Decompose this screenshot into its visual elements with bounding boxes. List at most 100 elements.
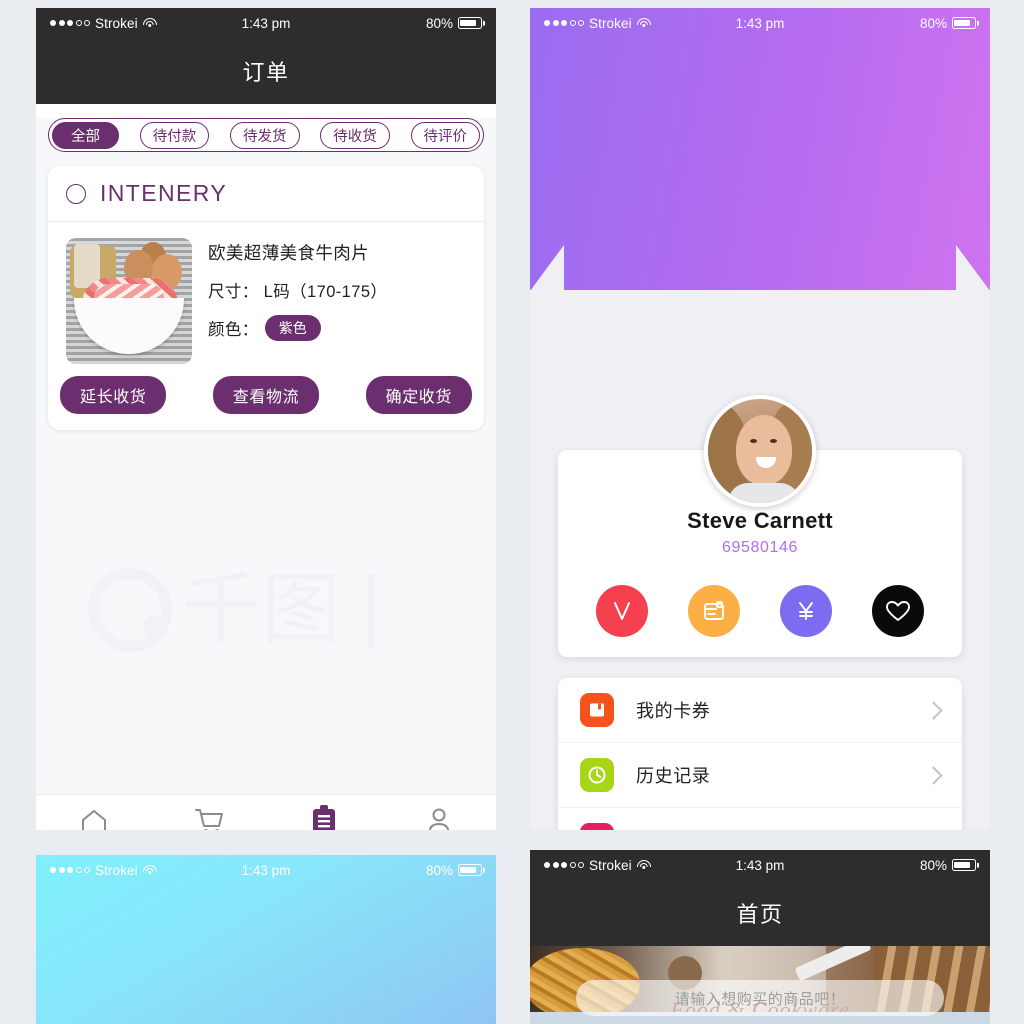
product-info: 欧美超薄美食牛肉片 尺寸： L码（170-175） 颜色： 紫色 <box>208 238 466 364</box>
card-coupon-icon <box>580 693 614 727</box>
cart-icon <box>193 805 225 830</box>
battery-percent-label: 80% <box>425 862 453 878</box>
status-bar-right: 80% <box>920 16 976 31</box>
order-navbar: 订单 <box>36 38 496 104</box>
status-bar-left: Strokei <box>50 16 157 31</box>
battery-percent-label: 80% <box>919 857 947 873</box>
profile-menu-card: 我的卡券 历史记录 关注店铺 <box>558 678 962 830</box>
battery-icon <box>952 17 976 29</box>
watermark-logo-text: 千图 <box>182 565 343 655</box>
clock-history-icon <box>580 758 614 792</box>
home-icon <box>79 805 109 830</box>
order-card: INTENERY 欧美超薄美食牛肉片 尺寸： L码（170-175） 颜色： 紫… <box>48 166 484 430</box>
watermark-ring-icon <box>88 568 172 652</box>
battery-icon <box>458 17 482 29</box>
tabbar-item-mine[interactable]: 我的 <box>381 795 496 830</box>
product-color-label: 颜色： <box>208 321 259 339</box>
tab-pending-shipment[interactable]: 待发货 <box>230 121 300 149</box>
blue-gradient-screen: Strokei 1:43 pm 80% <box>36 855 496 1024</box>
user-name: Steve Carnett <box>687 508 833 533</box>
order-actions-row: 延长收货 查看物流 确定收货 <box>48 376 484 430</box>
search-placeholder: 请输入想购买的商品吧！ <box>674 990 846 1008</box>
order-tabbar: 首页 购物车 订单 我的 <box>36 794 496 830</box>
home-navbar: 首页 <box>530 880 990 946</box>
search-input[interactable]: 请输入想购买的商品吧！ <box>576 980 944 1016</box>
battery-icon <box>952 859 976 871</box>
signal-strength-icon <box>544 20 584 26</box>
chevron-right-icon <box>924 765 943 785</box>
home-screen: Strokei 1:43 pm 80% 首页 Food & Cookware 请… <box>530 850 990 1024</box>
menu-label-history: 历史记录 <box>636 766 711 786</box>
extend-receipt-button[interactable]: 延长收货 <box>60 376 167 414</box>
tab-all[interactable]: 全部 <box>52 121 119 149</box>
tabbar-item-home[interactable]: 首页 <box>36 795 151 830</box>
product-title: 欧美超薄美食牛肉片 <box>208 243 370 263</box>
wifi-icon <box>142 17 157 29</box>
heart-icon[interactable] <box>872 585 924 637</box>
status-bar-home: Strokei 1:43 pm 80% <box>530 850 990 880</box>
signal-strength-icon <box>50 20 90 26</box>
hero-notch-decoration <box>530 245 990 291</box>
person-icon <box>425 805 453 830</box>
tab-pending-receipt[interactable]: 待收货 <box>320 121 390 149</box>
shop-header-row[interactable]: INTENERY <box>48 166 484 222</box>
watermark-divider <box>368 574 375 648</box>
page-title: 首页 <box>736 902 784 927</box>
page-title: 订单 <box>242 60 290 85</box>
battery-percent-label: 80% <box>919 15 947 31</box>
quick-actions-row <box>558 573 962 657</box>
menu-item-history[interactable]: 历史记录 <box>558 743 962 808</box>
carrier-label: Strokei <box>589 857 632 873</box>
carrier-label: Strokei <box>589 15 632 31</box>
battery-percent-label: 80% <box>425 15 453 31</box>
product-color-chip: 紫色 <box>264 315 321 341</box>
tab-pending-review[interactable]: 待评价 <box>410 121 480 149</box>
menu-item-followed-shops[interactable]: 关注店铺 <box>558 808 962 830</box>
product-spec: 尺寸： L码（170-175） <box>208 283 388 301</box>
battery-icon <box>458 864 482 876</box>
menu-item-my-cards[interactable]: 我的卡券 <box>558 678 962 743</box>
status-bar-blue: Strokei 1:43 pm 80% <box>36 855 496 885</box>
status-bar-right: 80% <box>426 16 482 31</box>
tabbar-item-cart[interactable]: 购物车 <box>151 795 266 830</box>
shop-name: INTENERY <box>100 180 228 206</box>
wifi-icon <box>142 864 157 876</box>
product-color-row: 颜色： 紫色 <box>208 315 466 341</box>
avatar[interactable] <box>704 395 816 507</box>
yen-icon[interactable] <box>780 585 832 637</box>
order-item-row[interactable]: 欧美超薄美食牛肉片 尺寸： L码（170-175） 颜色： 紫色 <box>48 222 484 376</box>
tab-pending-payment[interactable]: 待付款 <box>139 121 210 149</box>
wifi-icon <box>636 17 651 29</box>
status-bar-right: 80% <box>426 863 482 878</box>
status-bar-left: Strokei <box>50 863 157 878</box>
screenshot-canvas: Strokei 1:43 pm 80% 订单 千图 营销创意服务与协作平台 <box>0 0 1024 1024</box>
view-logistics-button[interactable]: 查看物流 <box>212 376 320 414</box>
wallet-icon[interactable] <box>688 585 740 637</box>
carrier-label: Strokei <box>95 15 138 31</box>
profile-screen: Strokei 1:43 pm 80% Steve Carnett 695801… <box>530 8 990 830</box>
profile-body: Steve Carnett 69580146 我的卡券 历史记录 <box>530 290 990 830</box>
status-bar-left: Strokei <box>544 16 651 31</box>
menu-label-my-cards: 我的卡券 <box>636 701 711 721</box>
signal-strength-icon <box>50 867 90 873</box>
blue-gradient-background: Strokei 1:43 pm 80% <box>36 855 496 1024</box>
confirm-receipt-button[interactable]: 确定收货 <box>365 376 472 414</box>
user-id: 69580146 <box>722 539 798 556</box>
status-bar-profile: Strokei 1:43 pm 80% <box>530 8 990 38</box>
radio-circle-icon[interactable] <box>66 183 86 204</box>
watermark-logo: 千图 <box>88 568 342 652</box>
signal-strength-icon <box>544 862 584 868</box>
clipboard-icon <box>311 805 337 830</box>
profile-hero-header: Strokei 1:43 pm 80% <box>530 8 990 291</box>
wifi-icon <box>636 859 651 871</box>
carrier-label: Strokei <box>95 862 138 878</box>
status-bar-order: Strokei 1:43 pm 80% <box>36 8 496 38</box>
v-coupon-icon[interactable] <box>596 585 648 637</box>
tabbar-item-order[interactable]: 订单 <box>266 795 381 830</box>
order-screen: Strokei 1:43 pm 80% 订单 千图 营销创意服务与协作平台 <box>36 8 496 830</box>
product-image[interactable] <box>66 238 192 364</box>
menu-label-followed-shops: 关注店铺 <box>636 827 905 830</box>
follow-shop-icon <box>580 823 614 830</box>
status-bar-left: Strokei <box>544 858 651 873</box>
order-status-tabs[interactable]: 全部 待付款 待发货 待收货 待评价 <box>48 118 484 152</box>
